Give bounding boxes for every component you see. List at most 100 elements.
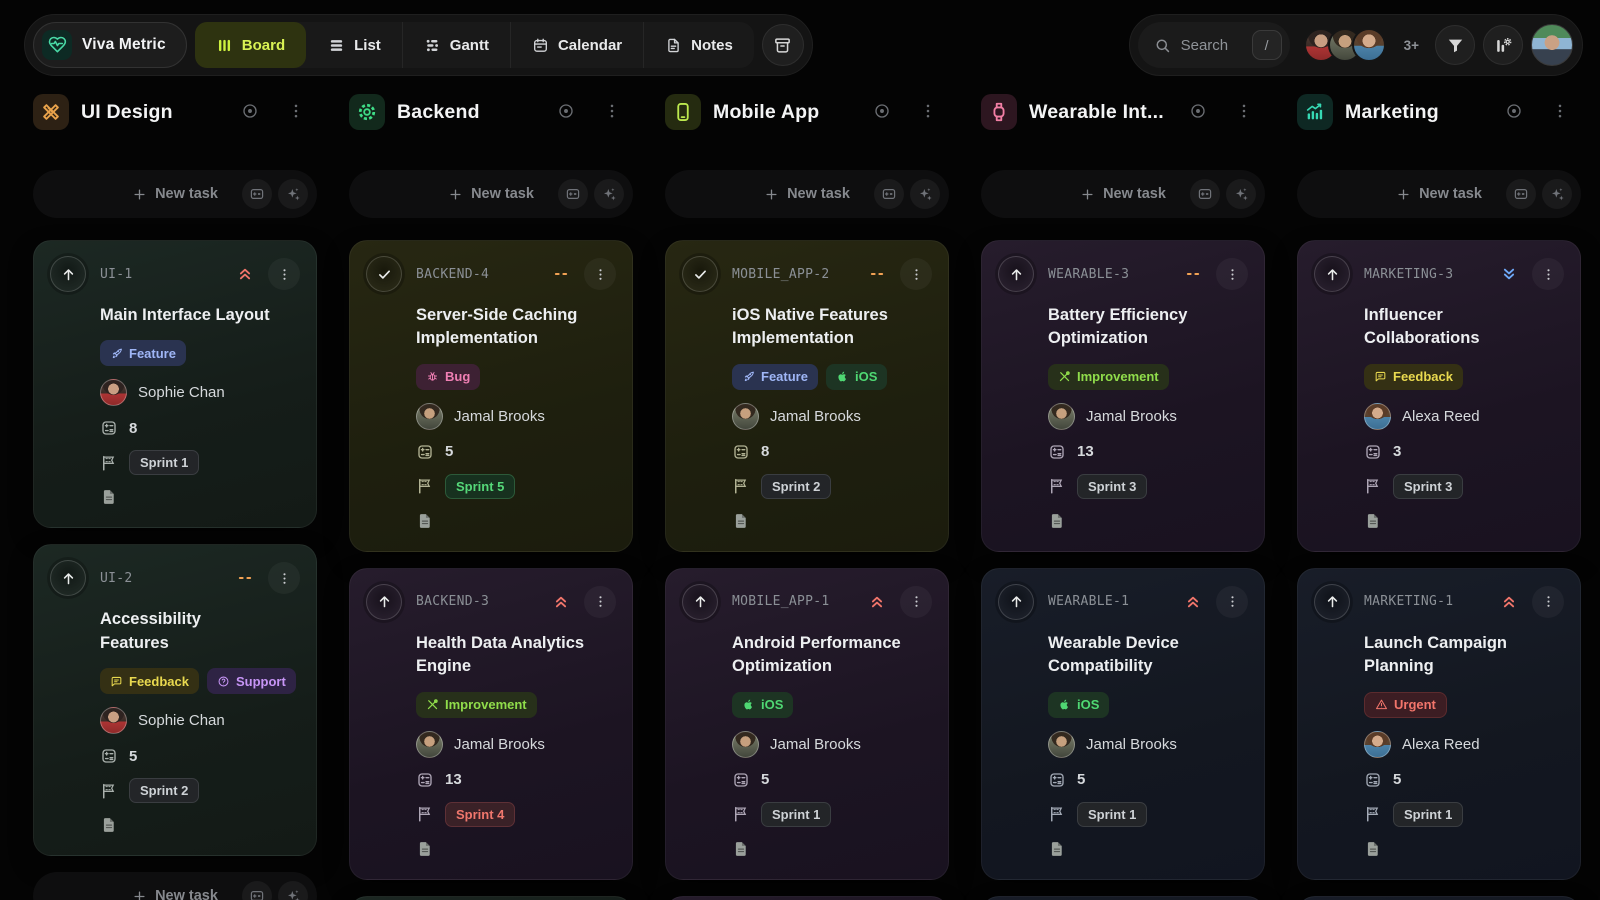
column-focus-button[interactable] (241, 102, 259, 123)
assignee-row[interactable]: Jamal Brooks (1048, 403, 1177, 430)
sprint-badge[interactable]: Sprint 2 (761, 474, 831, 499)
tag-feedback[interactable]: Feedback (100, 668, 199, 694)
tag-improvement[interactable]: Improvement (416, 692, 537, 718)
tag-feature[interactable]: Feature (100, 340, 186, 366)
new-task-template-button[interactable] (558, 179, 588, 209)
sprint-badge[interactable]: Sprint 3 (1077, 474, 1147, 499)
card-menu-button[interactable] (900, 586, 932, 618)
sprint-badge[interactable]: Sprint 1 (1393, 802, 1463, 827)
task-card[interactable]: MARKETING-1Launch Campaign PlanningUrgen… (1297, 568, 1581, 880)
task-card[interactable]: MOBILE_APP-1Android Performance Optimiza… (665, 568, 949, 880)
new-task-template-button[interactable] (874, 179, 904, 209)
tag-improvement[interactable]: Improvement (1048, 364, 1169, 390)
task-card[interactable]: UI-1Main Interface LayoutFeatureSophie C… (33, 240, 317, 528)
sprint-badge[interactable]: Sprint 1 (1077, 802, 1147, 827)
new-task-button[interactable]: New task (1297, 170, 1581, 218)
task-card[interactable]: MOBILE_APP-2iOS Native Features Implemen… (665, 240, 949, 552)
tag-support[interactable]: Support (207, 668, 296, 694)
column-menu-button[interactable] (1551, 102, 1569, 123)
new-task-ai-button[interactable] (278, 179, 308, 209)
column-menu-button[interactable] (603, 102, 621, 123)
assignee-row[interactable]: Jamal Brooks (416, 403, 545, 430)
new-task-ai-button[interactable] (278, 881, 308, 900)
new-task-ai-button[interactable] (1226, 179, 1256, 209)
tag-ios[interactable]: iOS (1048, 692, 1109, 718)
new-task-button[interactable]: New task (981, 170, 1265, 218)
search-input[interactable]: Search / (1138, 22, 1290, 68)
column-menu-button[interactable] (1235, 102, 1253, 123)
assignee-row[interactable]: Alexa Reed (1364, 403, 1480, 430)
new-task-template-button[interactable] (1506, 179, 1536, 209)
current-user-avatar[interactable] (1531, 24, 1573, 66)
column-focus-button[interactable] (1189, 102, 1207, 123)
board-settings-button[interactable] (1483, 25, 1523, 65)
column-menu-button[interactable] (919, 102, 937, 123)
sprint-badge[interactable]: Sprint 3 (1393, 474, 1463, 499)
new-task-button[interactable]: New task (665, 170, 949, 218)
card-menu-button[interactable] (1532, 258, 1564, 290)
status-button[interactable] (682, 256, 718, 292)
assignee-row[interactable]: Jamal Brooks (732, 731, 861, 758)
new-task-button[interactable]: New task (349, 170, 633, 218)
new-task-button[interactable]: New task (33, 872, 317, 900)
column-focus-button[interactable] (1505, 102, 1523, 123)
assignee-row[interactable]: Alexa Reed (1364, 731, 1480, 758)
status-button[interactable] (998, 256, 1034, 292)
member-avatar[interactable] (1352, 28, 1386, 62)
assignee-row[interactable]: Sophie Chan (100, 379, 225, 406)
status-button[interactable] (50, 256, 86, 292)
app-logo-button[interactable]: Viva Metric (33, 22, 187, 68)
assignee-row[interactable]: Jamal Brooks (416, 731, 545, 758)
task-card[interactable]: UI-2Accessibility FeaturesFeedbackSuppor… (33, 544, 317, 856)
new-task-template-button[interactable] (242, 881, 272, 900)
task-card-stub[interactable] (981, 896, 1265, 900)
card-menu-button[interactable] (584, 258, 616, 290)
new-task-template-button[interactable] (1190, 179, 1220, 209)
tag-ios[interactable]: iOS (732, 692, 793, 718)
status-button[interactable] (682, 584, 718, 620)
task-card[interactable]: BACKEND-4Server-Side Caching Implementat… (349, 240, 633, 552)
task-card-stub[interactable] (665, 896, 949, 900)
filter-button[interactable] (1435, 25, 1475, 65)
column-focus-button[interactable] (557, 102, 575, 123)
tag-feedback[interactable]: Feedback (1364, 364, 1463, 390)
task-card[interactable]: MARKETING-3Influencer CollaborationsFeed… (1297, 240, 1581, 552)
tag-feature[interactable]: Feature (732, 364, 818, 390)
tab-calendar[interactable]: Calendar (510, 22, 643, 68)
card-menu-button[interactable] (1216, 258, 1248, 290)
new-task-ai-button[interactable] (594, 179, 624, 209)
new-task-template-button[interactable] (242, 179, 272, 209)
archive-button[interactable] (762, 24, 804, 66)
card-menu-button[interactable] (584, 586, 616, 618)
tag-bug[interactable]: Bug (416, 364, 480, 390)
column-menu-button[interactable] (287, 102, 305, 123)
status-button[interactable] (1314, 256, 1350, 292)
tag-ios[interactable]: iOS (826, 364, 887, 390)
assignee-row[interactable]: Jamal Brooks (732, 403, 861, 430)
sprint-badge[interactable]: Sprint 1 (129, 450, 199, 475)
new-task-ai-button[interactable] (910, 179, 940, 209)
member-avatar-stack[interactable] (1304, 28, 1386, 62)
new-task-ai-button[interactable] (1542, 179, 1572, 209)
status-button[interactable] (366, 256, 402, 292)
tab-list[interactable]: List (306, 22, 402, 68)
tab-gantt[interactable]: Gantt (402, 22, 510, 68)
card-menu-button[interactable] (1216, 586, 1248, 618)
status-button[interactable] (366, 584, 402, 620)
task-card[interactable]: WEARABLE-1Wearable Device Compatibilityi… (981, 568, 1265, 880)
assignee-row[interactable]: Jamal Brooks (1048, 731, 1177, 758)
task-card-stub[interactable] (349, 896, 633, 900)
sprint-badge[interactable]: Sprint 1 (761, 802, 831, 827)
sprint-badge[interactable]: Sprint 4 (445, 802, 515, 827)
new-task-button[interactable]: New task (33, 170, 317, 218)
assignee-row[interactable]: Sophie Chan (100, 707, 225, 734)
card-menu-button[interactable] (900, 258, 932, 290)
task-card[interactable]: WEARABLE-3Battery Efficiency Optimizatio… (981, 240, 1265, 552)
task-card[interactable]: BACKEND-3Health Data Analytics EngineImp… (349, 568, 633, 880)
card-menu-button[interactable] (268, 562, 300, 594)
tab-board[interactable]: Board (195, 22, 306, 68)
tag-urgent[interactable]: Urgent (1364, 692, 1447, 718)
card-menu-button[interactable] (268, 258, 300, 290)
status-button[interactable] (1314, 584, 1350, 620)
status-button[interactable] (50, 560, 86, 596)
